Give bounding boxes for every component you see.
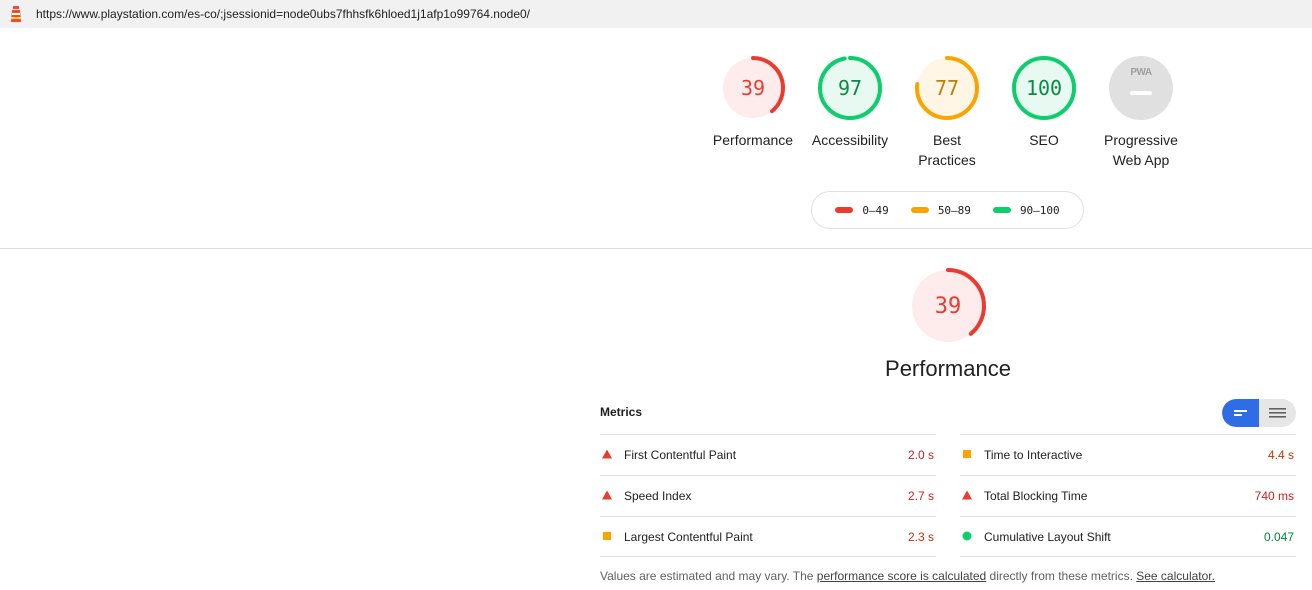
legend-average-swatch	[910, 207, 929, 213]
gauge-accessibility-label: Accessibility	[811, 132, 889, 148]
legend-pass-range: 90–100	[1019, 203, 1060, 217]
metric-value: 2.0 s	[907, 448, 934, 462]
average-square-icon	[603, 532, 611, 540]
gauge-accessibility-score: 97	[837, 76, 863, 100]
legend-pass: 90–100	[992, 203, 1060, 217]
score-legend: 0–49 50–89 90–100	[811, 191, 1084, 229]
performance-gauge-large: 39	[906, 268, 990, 348]
metric-view-text-icon	[1269, 408, 1286, 418]
metric-name: Largest Contentful Paint	[624, 530, 753, 544]
metrics-column-left: First Contentful Paint 2.0 s Speed Index…	[600, 434, 936, 557]
metric-total-blocking-time: Total Blocking Time 740 ms	[960, 475, 1296, 516]
gauge-best-practices-label: Best Practices	[918, 132, 976, 168]
gauge-seo[interactable]: 100 SEO	[994, 56, 1094, 150]
metric-first-contentful-paint: First Contentful Paint 2.0 s	[600, 434, 936, 475]
page-url[interactable]: https://www.playstation.com/es-co/;jsess…	[36, 7, 530, 21]
metric-value: 2.7 s	[907, 489, 934, 503]
metric-value: 2.3 s	[907, 530, 934, 544]
gauge-best-practices-score: 77	[934, 76, 960, 100]
metric-name: Time to Interactive	[984, 448, 1083, 462]
gauge-seo-score: 100	[1025, 76, 1063, 100]
metric-time-to-interactive: Time to Interactive 4.4 s	[960, 434, 1296, 475]
fail-triangle-icon	[602, 490, 612, 500]
performance-score-link[interactable]: performance score is calculated	[817, 569, 986, 583]
pass-circle-icon	[962, 531, 972, 541]
metric-value: 0.047	[1263, 530, 1294, 544]
metric-speed-index: Speed Index 2.7 s	[600, 475, 936, 516]
average-square-icon	[963, 450, 971, 458]
fail-triangle-icon	[962, 490, 972, 500]
legend-fail-range: 0–49	[862, 203, 889, 217]
gauge-best-practices[interactable]: 77 Best Practices	[897, 56, 997, 170]
gauge-pwa[interactable]: PWA Progressive Web App	[1091, 56, 1191, 170]
section-divider	[0, 248, 1312, 249]
metric-cumulative-layout-shift: Cumulative Layout Shift 0.047	[960, 516, 1296, 557]
gauge-seo-label: SEO	[1029, 132, 1059, 148]
metric-value: 740 ms	[1254, 489, 1294, 503]
metric-value: 4.4 s	[1267, 448, 1294, 462]
gauge-performance[interactable]: 39 Performance	[703, 56, 803, 150]
metric-view-list-button[interactable]	[1222, 399, 1259, 427]
fail-triangle-icon	[602, 449, 612, 459]
metrics-heading: Metrics	[600, 405, 643, 419]
metric-view-list-icon	[1234, 410, 1247, 416]
metrics-note: Values are estimated and may vary. The p…	[600, 569, 1215, 583]
note-text-2: directly from these metrics.	[986, 569, 1137, 583]
note-text-1: Values are estimated and may vary. The	[600, 569, 817, 583]
performance-score-large: 39	[934, 294, 962, 319]
metric-name: First Contentful Paint	[624, 448, 737, 462]
metrics-column-right: Time to Interactive 4.4 s Total Blocking…	[960, 434, 1296, 557]
pwa-badge-text: PWA	[1130, 67, 1152, 78]
lighthouse-icon	[11, 6, 21, 22]
metric-name: Total Blocking Time	[984, 489, 1088, 503]
gauge-pwa-label: Progressive Web App	[1104, 132, 1178, 168]
legend-fail: 0–49	[835, 204, 889, 217]
metric-name: Speed Index	[624, 489, 692, 503]
legend-fail-swatch	[835, 207, 854, 213]
gauge-performance-score: 39	[740, 76, 766, 100]
url-bar: https://www.playstation.com/es-co/;jsess…	[0, 0, 1312, 28]
metric-view-text-button[interactable]	[1259, 399, 1296, 427]
gauge-performance-label: Performance	[712, 132, 794, 148]
see-calculator-link[interactable]: See calculator.	[1136, 569, 1215, 583]
pwa-badge-icon	[1109, 56, 1173, 120]
metric-name: Cumulative Layout Shift	[984, 530, 1111, 544]
metric-largest-contentful-paint: Largest Contentful Paint 2.3 s	[600, 516, 936, 557]
legend-average-range: 50–89	[937, 203, 971, 217]
legend-pass-swatch	[992, 207, 1011, 213]
legend-average: 50–89	[910, 203, 971, 217]
gauge-accessibility[interactable]: 97 Accessibility	[800, 56, 900, 150]
metrics-view-toggle[interactable]	[1222, 399, 1296, 427]
performance-title: Performance	[885, 356, 1011, 381]
